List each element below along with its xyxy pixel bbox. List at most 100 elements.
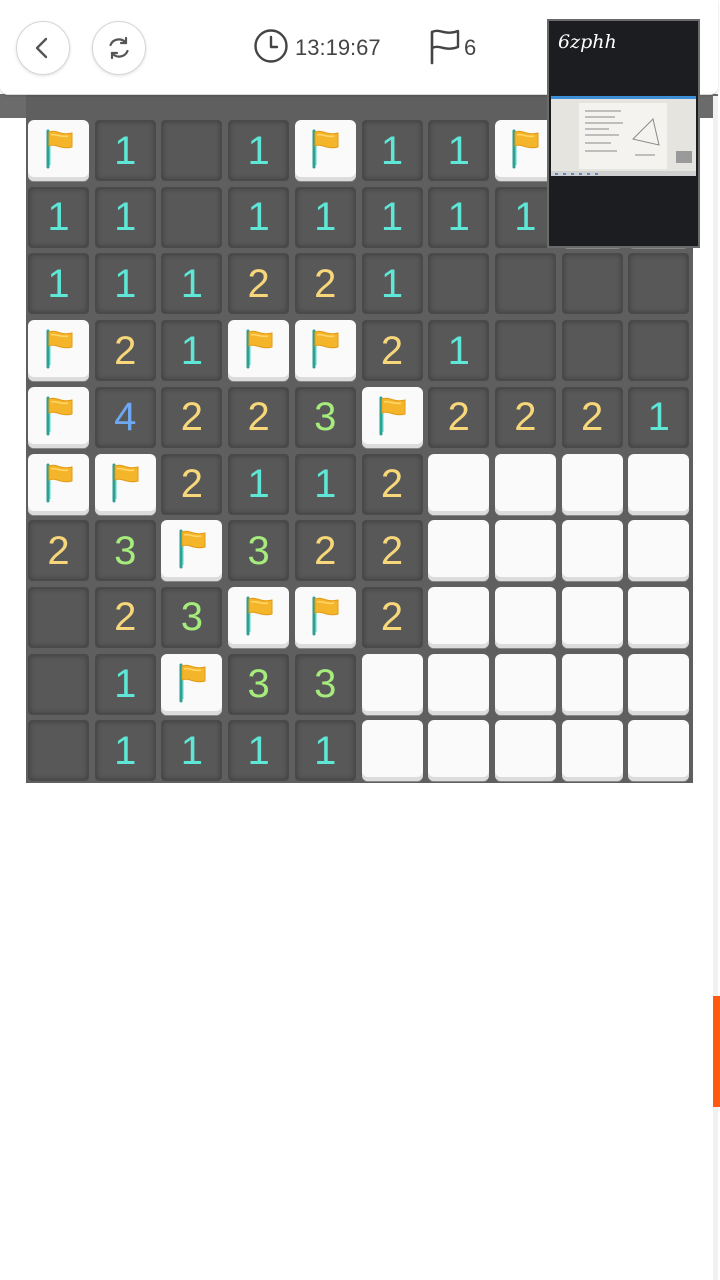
board-cell-number[interactable]: 2 xyxy=(94,586,156,648)
board-cell-empty[interactable] xyxy=(428,253,490,315)
board-cell-number[interactable]: 1 xyxy=(94,720,156,782)
board-cell-unrevealed[interactable] xyxy=(428,453,490,515)
board-cell-flagged[interactable] xyxy=(361,386,423,448)
board-cell-empty[interactable] xyxy=(628,253,690,315)
board-cell-number[interactable]: 2 xyxy=(361,586,423,648)
board-cell-number[interactable]: 1 xyxy=(294,453,356,515)
board-cell-number[interactable]: 4 xyxy=(94,386,156,448)
board-cell-number[interactable]: 2 xyxy=(494,386,556,448)
board-cell-number[interactable]: 1 xyxy=(428,120,490,181)
board-cell-flagged[interactable] xyxy=(161,520,223,582)
board-cell-number[interactable]: 2 xyxy=(361,520,423,582)
board-cell-number[interactable]: 1 xyxy=(161,320,223,382)
board-cell-number[interactable]: 3 xyxy=(161,586,223,648)
board-cell-unrevealed[interactable] xyxy=(628,653,690,715)
board-cell-flagged[interactable] xyxy=(28,120,89,181)
board-cell-number[interactable]: 1 xyxy=(294,720,356,782)
board-cell-number[interactable]: 3 xyxy=(294,653,356,715)
board-cell-number[interactable]: 1 xyxy=(228,120,290,181)
board-cell-number[interactable]: 3 xyxy=(228,653,290,715)
board-cell-unrevealed[interactable] xyxy=(561,586,623,648)
board-cell-unrevealed[interactable] xyxy=(428,653,490,715)
board-cell-empty[interactable] xyxy=(161,186,223,248)
board-cell-unrevealed[interactable] xyxy=(494,586,556,648)
board-cell-number[interactable]: 1 xyxy=(94,120,156,181)
board-cell-unrevealed[interactable] xyxy=(628,720,690,782)
board-cell-flagged[interactable] xyxy=(28,453,89,515)
board-cell-number[interactable]: 3 xyxy=(94,520,156,582)
board-cell-empty[interactable] xyxy=(494,253,556,315)
board-cell-number[interactable]: 1 xyxy=(161,253,223,315)
board-cell-number[interactable]: 2 xyxy=(228,386,290,448)
board-cell-unrevealed[interactable] xyxy=(561,520,623,582)
board-cell-number[interactable]: 2 xyxy=(294,253,356,315)
board-cell-unrevealed[interactable] xyxy=(628,520,690,582)
board-cell-number[interactable]: 1 xyxy=(94,253,156,315)
board-cell-number[interactable]: 1 xyxy=(428,186,490,248)
board-cell-number[interactable]: 2 xyxy=(228,253,290,315)
board-cell-number[interactable]: 2 xyxy=(428,386,490,448)
board-cell-unrevealed[interactable] xyxy=(561,453,623,515)
board-cell-number[interactable]: 1 xyxy=(228,720,290,782)
picture-in-picture-window[interactable]: 6zphh xyxy=(547,19,700,248)
board-cell-unrevealed[interactable] xyxy=(494,520,556,582)
board-cell-number[interactable]: 1 xyxy=(361,186,423,248)
scrollbar-thumb[interactable] xyxy=(713,996,720,1107)
board-cell-flagged[interactable] xyxy=(294,320,356,382)
board-cell-number[interactable]: 1 xyxy=(28,186,89,248)
board-cell-number[interactable]: 1 xyxy=(361,253,423,315)
board-cell-flagged[interactable] xyxy=(94,453,156,515)
board-cell-empty[interactable] xyxy=(28,586,89,648)
board-cell-number[interactable]: 2 xyxy=(294,520,356,582)
board-cell-number[interactable]: 1 xyxy=(228,453,290,515)
board-cell-unrevealed[interactable] xyxy=(628,453,690,515)
board-cell-empty[interactable] xyxy=(561,253,623,315)
board-cell-unrevealed[interactable] xyxy=(428,520,490,582)
board-cell-empty[interactable] xyxy=(494,320,556,382)
board-cell-number[interactable]: 1 xyxy=(161,720,223,782)
board-cell-unrevealed[interactable] xyxy=(428,720,490,782)
board-cell-flagged[interactable] xyxy=(294,586,356,648)
board-cell-number[interactable]: 1 xyxy=(361,120,423,181)
board-cell-flagged[interactable] xyxy=(228,586,290,648)
board-cell-number[interactable]: 2 xyxy=(161,453,223,515)
board-cell-unrevealed[interactable] xyxy=(628,586,690,648)
board-cell-number[interactable]: 3 xyxy=(228,520,290,582)
board-cell-number[interactable]: 2 xyxy=(94,320,156,382)
board-cell-number[interactable]: 1 xyxy=(628,386,690,448)
board-cell-number[interactable]: 1 xyxy=(294,186,356,248)
board-cell-number[interactable]: 1 xyxy=(94,653,156,715)
board-cell-flagged[interactable] xyxy=(28,320,89,382)
board-cell-unrevealed[interactable] xyxy=(561,653,623,715)
board-cell-empty[interactable] xyxy=(161,120,223,181)
board-cell-number[interactable]: 1 xyxy=(428,320,490,382)
board-cell-unrevealed[interactable] xyxy=(494,653,556,715)
board-cell-unrevealed[interactable] xyxy=(428,586,490,648)
board-cell-number[interactable]: 1 xyxy=(94,186,156,248)
board-cell-number[interactable]: 3 xyxy=(294,386,356,448)
board-cell-number[interactable]: 2 xyxy=(561,386,623,448)
board-cell-unrevealed[interactable] xyxy=(361,720,423,782)
board-cell-number[interactable]: 2 xyxy=(28,520,89,582)
board-cell-unrevealed[interactable] xyxy=(561,720,623,782)
board-cell-empty[interactable] xyxy=(28,720,89,782)
board-cell-unrevealed[interactable] xyxy=(494,453,556,515)
board-cell-empty[interactable] xyxy=(561,320,623,382)
board-cell-number[interactable]: 2 xyxy=(361,320,423,382)
board-cell-unrevealed[interactable] xyxy=(494,720,556,782)
restart-button[interactable] xyxy=(92,21,146,75)
board-cell-number[interactable]: 1 xyxy=(228,186,290,248)
board-cell-empty[interactable] xyxy=(28,653,89,715)
cell-number: 1 xyxy=(114,728,137,773)
board-cell-number[interactable]: 2 xyxy=(161,386,223,448)
cell-number: 1 xyxy=(47,195,70,240)
board-cell-empty[interactable] xyxy=(628,320,690,382)
board-cell-flagged[interactable] xyxy=(294,120,356,181)
board-cell-flagged[interactable] xyxy=(161,653,223,715)
board-cell-flagged[interactable] xyxy=(228,320,290,382)
board-cell-flagged[interactable] xyxy=(28,386,89,448)
back-button[interactable] xyxy=(16,21,70,75)
board-cell-unrevealed[interactable] xyxy=(361,653,423,715)
board-cell-number[interactable]: 1 xyxy=(28,253,89,315)
board-cell-number[interactable]: 2 xyxy=(361,453,423,515)
